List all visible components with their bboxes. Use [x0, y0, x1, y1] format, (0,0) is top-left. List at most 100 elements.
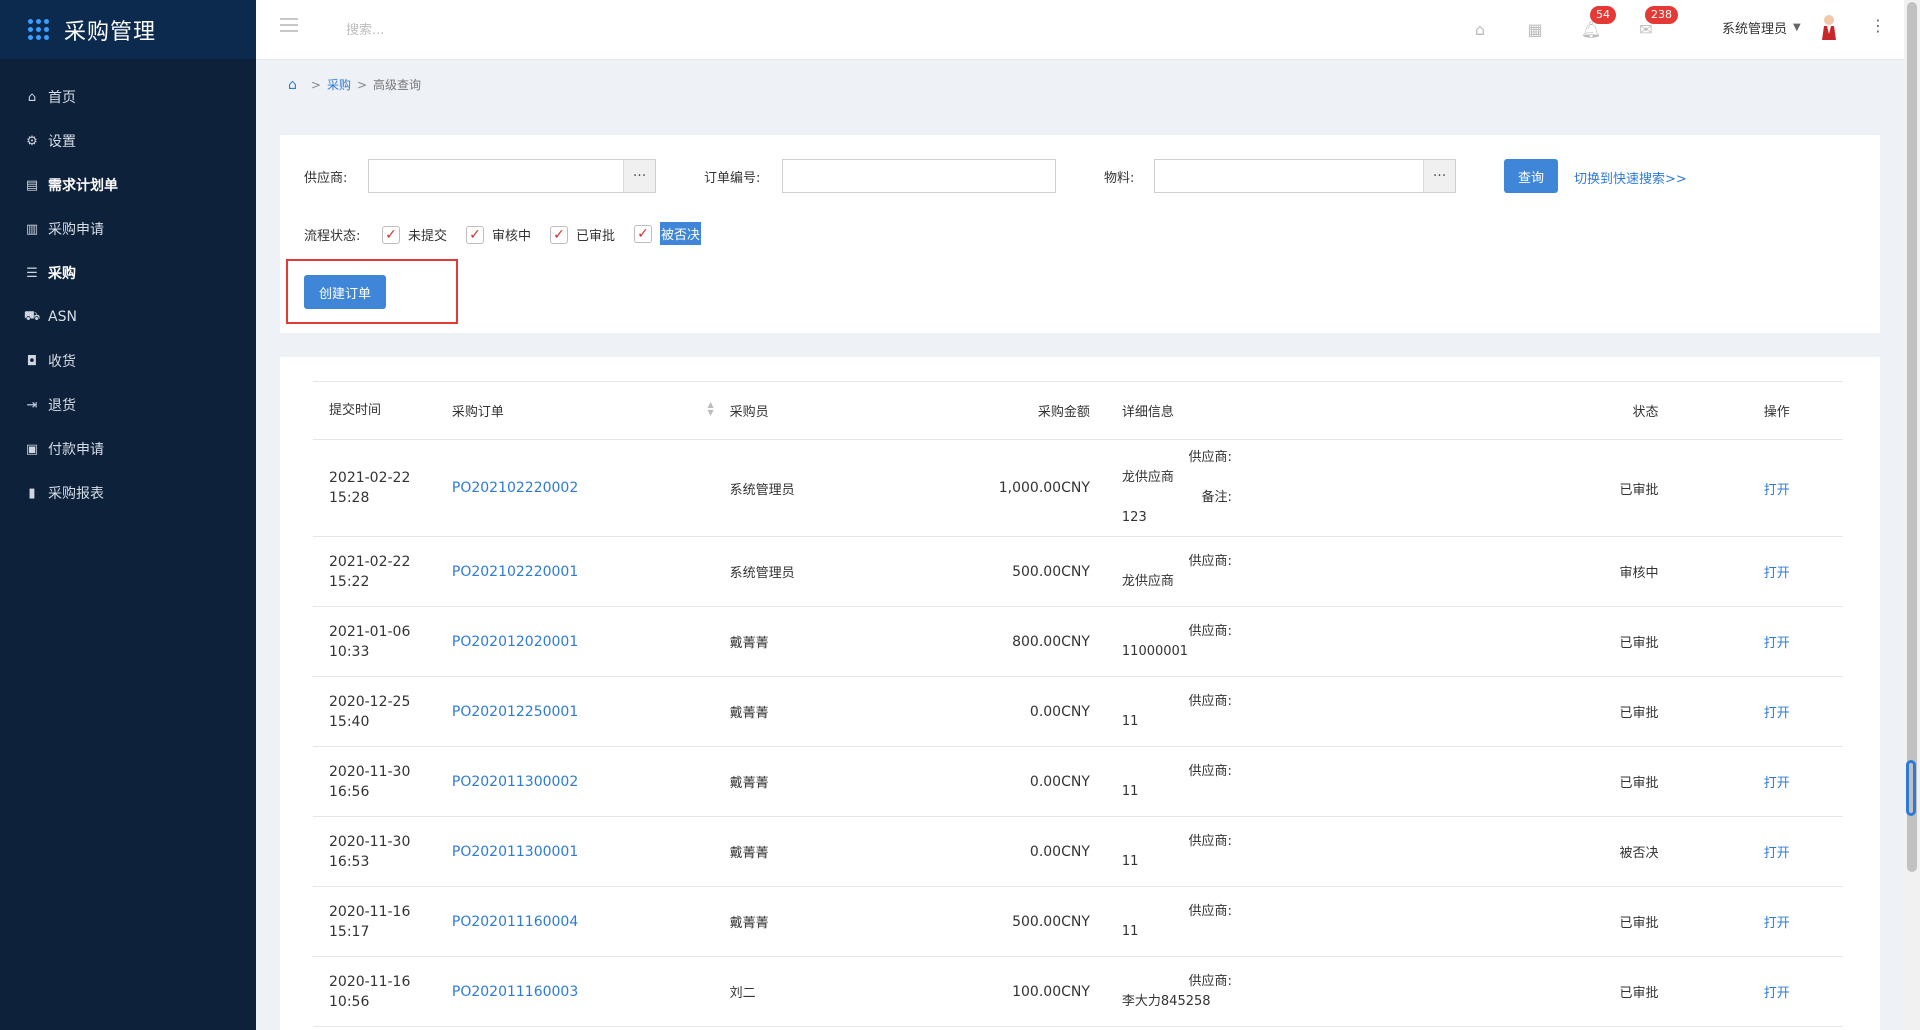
apps-grid-icon[interactable] [28, 18, 50, 41]
material-picker-icon[interactable]: ··· [1423, 160, 1455, 192]
order-no-field[interactable] [782, 159, 1056, 193]
breadcrumb-link-purchase[interactable]: 采购 [327, 76, 351, 93]
open-link[interactable]: 打开 [1764, 636, 1790, 651]
table-row[interactable]: 2021-02-22 15:22 PO202102220001 系统管理员 500.00… [313, 536, 1843, 607]
col-header-order[interactable]: 采购订单 ▲ ▼ [451, 381, 730, 440]
home-icon[interactable]: ⌂ [288, 77, 297, 93]
po-link[interactable]: PO202102220002 [452, 480, 578, 496]
submit-time: 15:40 [329, 713, 370, 730]
open-link[interactable]: 打开 [1764, 776, 1790, 791]
home-icon[interactable]: ⌂ [1469, 18, 1491, 40]
open-link[interactable]: 打开 [1764, 483, 1790, 498]
detail-supplier-label: 供应商: [1188, 693, 1232, 709]
status-checkbox-rejected[interactable]: ✓ 被否决 [634, 222, 702, 245]
sidebar-item-label: 退货 [48, 398, 76, 414]
open-link[interactable]: 打开 [1764, 916, 1790, 931]
status-label: 流程状态: [304, 229, 361, 244]
open-link[interactable]: 打开 [1764, 566, 1790, 581]
submit-time: 15:17 [329, 923, 370, 940]
cell-detail: 供应商: 11 [1089, 676, 1546, 747]
submit-time: 15:22 [329, 573, 370, 590]
table-row[interactable]: 2020-11-16 10:56 PO202011160003 刘二 100.00CNY… [313, 956, 1843, 1027]
query-button[interactable]: 查询 [1504, 159, 1558, 193]
search-input[interactable] [346, 18, 606, 42]
po-link[interactable]: PO202011160003 [452, 984, 578, 1000]
detail-note-label: 备注: [1201, 490, 1232, 505]
status-checkbox-unsubmitted[interactable]: ✓ 未提交 [382, 225, 447, 244]
submit-date: 2020-11-16 [329, 903, 411, 920]
bell-icon[interactable]: 🔔︎ 54 [1580, 6, 1616, 40]
table-row[interactable]: 2020-11-16 15:17 PO202011160004 戴菁菁 500.00CN… [313, 886, 1843, 957]
table-row[interactable]: 2020-12-25 15:40 PO202012250001 戴菁菁 0.00CNY 供… [313, 676, 1843, 747]
checkbox-checked-icon[interactable]: ✓ [466, 225, 484, 244]
switch-quick-search-link[interactable]: 切换到快速搜索>> [1574, 168, 1687, 187]
po-link[interactable]: PO202012020001 [452, 634, 578, 650]
sidebar-item-settings[interactable]: ⚙ 设置 [0, 119, 256, 163]
table-row[interactable]: 2021-01-06 10:33 PO202012020001 戴菁菁 800.00CN… [313, 606, 1843, 677]
more-vertical-icon[interactable]: ⋮ [1870, 16, 1886, 35]
sidebar-item-purchase-report[interactable]: ▮ 采购报表 [0, 471, 256, 515]
status-checkbox-approved[interactable]: ✓ 已审批 [550, 225, 615, 244]
po-link[interactable]: PO202011300002 [452, 774, 578, 790]
table-header-row: 提交时间 采购订单 ▲ ▼ 采购员 采购金额 详细信息 状态 操作 [313, 381, 1843, 440]
sidebar-item-label: 收货 [48, 354, 76, 370]
brand[interactable]: 采购管理 [0, 0, 256, 59]
cell-detail: 供应商: 李大力845258 [1089, 956, 1546, 1027]
scrollbar-thumb[interactable] [1907, 2, 1917, 872]
col-header-order-label: 采购订单 [451, 405, 504, 420]
cell-buyer: 刘二 [729, 956, 925, 1027]
cell-amount: 500.00CNY [924, 536, 1090, 607]
checkbox-checked-icon[interactable]: ✓ [382, 225, 400, 244]
detail-note-value: 123 [1121, 510, 1147, 525]
inbox-icon: ◘ [26, 353, 38, 369]
sidebar-item-purchase-request[interactable]: ▥ 采购申请 [0, 207, 256, 251]
detail-supplier-label: 供应商: [1188, 623, 1232, 639]
user-menu[interactable]: 系统管理员 ▼ [1722, 18, 1801, 37]
sidebar-item-asn[interactable]: ⛟ ASN [0, 295, 256, 339]
material-field[interactable]: ··· [1154, 159, 1456, 193]
sidebar-item-home[interactable]: ⌂ 首页 [0, 75, 256, 119]
po-link[interactable]: PO202102220001 [452, 564, 578, 580]
message-icon[interactable]: ✉ 238 [1635, 6, 1678, 40]
page-scrollbar[interactable] [1904, 0, 1920, 1030]
menu-toggle-icon[interactable] [280, 18, 298, 34]
open-link[interactable]: 打开 [1764, 986, 1790, 1001]
sidebar-item-purchase[interactable]: ☰ 采购 [0, 251, 256, 295]
cell-status: 已审批 [1545, 886, 1711, 957]
table-row[interactable]: 2021-02-22 15:28 PO202102220002 系统管理员 1,000.… [313, 439, 1843, 537]
cell-po: PO202011160003 [451, 956, 730, 1027]
submit-time: 16:53 [329, 853, 370, 870]
checkbox-label: 被否决 [660, 222, 702, 245]
user-name: 系统管理员 [1722, 22, 1788, 37]
cell-submit-time: 2020-12-25 15:40 [313, 676, 452, 747]
detail-supplier-value: 11 [1121, 853, 1139, 869]
table-row[interactable]: 2020-11-30 16:53 PO202011300001 戴菁菁 0.00CNY 供… [313, 816, 1843, 887]
supplier-picker-icon[interactable]: ··· [623, 160, 655, 192]
avatar[interactable] [1820, 14, 1838, 40]
sidebar-item-demand-plan[interactable]: ▤ 需求计划单 [0, 163, 256, 207]
open-link[interactable]: 打开 [1764, 706, 1790, 721]
po-link[interactable]: PO202012250001 [452, 704, 578, 720]
checkbox-checked-icon[interactable]: ✓ [550, 225, 568, 244]
detail-supplier-label: 供应商: [1188, 450, 1232, 465]
open-link[interactable]: 打开 [1764, 846, 1790, 861]
sidebar-item-return[interactable]: ⇥ 退货 [0, 383, 256, 427]
sidebar-item-payment-request[interactable]: ▣ 付款申请 [0, 427, 256, 471]
sort-icon[interactable]: ▲ ▼ [708, 401, 714, 417]
table-row[interactable]: 2020-11-30 16:56 PO202011300002 戴菁菁 0.00CNY 供… [313, 746, 1843, 817]
sidebar-item-receiving[interactable]: ◘ 收货 [0, 339, 256, 383]
breadcrumb-separator: > [356, 77, 368, 92]
cell-buyer: 戴菁菁 [729, 816, 925, 887]
supplier-field[interactable]: ··· [368, 159, 656, 193]
detail-supplier-label: 供应商: [1188, 903, 1232, 919]
grid-icon[interactable]: ▦ [1524, 18, 1546, 40]
po-link[interactable]: PO202011160004 [452, 914, 578, 930]
checkbox-checked-icon[interactable]: ✓ [634, 224, 652, 243]
cell-amount: 0.00CNY [924, 816, 1090, 887]
status-checkbox-reviewing[interactable]: ✓ 审核中 [466, 225, 531, 244]
submit-time: 10:56 [329, 993, 370, 1010]
cell-buyer: 戴菁菁 [729, 606, 925, 677]
cell-op: 打开 [1710, 606, 1843, 677]
col-header-buyer: 采购员 [729, 381, 925, 440]
po-link[interactable]: PO202011300001 [452, 844, 578, 860]
